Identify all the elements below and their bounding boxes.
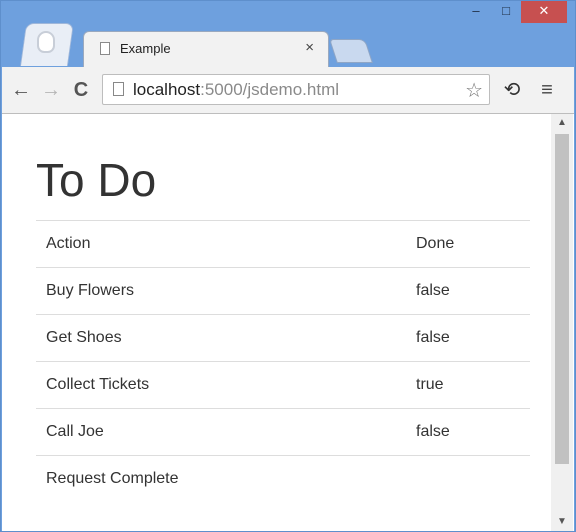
url-path: :5000/jsdemo.html <box>200 80 340 99</box>
forward-arrow-icon[interactable]: → <box>38 77 64 103</box>
tab-example[interactable]: Example × <box>83 31 329 67</box>
cell-done: false <box>406 267 530 315</box>
tab-close-icon[interactable]: × <box>305 39 314 56</box>
table-row: Buy Flowers false <box>36 267 530 315</box>
back-arrow-icon[interactable]: ← <box>8 77 34 103</box>
address-bar[interactable]: localhost:5000/jsdemo.html ☆ <box>102 74 490 105</box>
menu-icon[interactable]: ≡ <box>534 77 560 103</box>
page-title: To Do <box>36 154 157 206</box>
tab-title: Example <box>120 41 171 56</box>
table-row: Get Shoes false <box>36 314 530 362</box>
scroll-down-arrow-icon[interactable]: ▼ <box>551 513 573 531</box>
table-header-row: Action Done <box>36 220 530 268</box>
cell-done: true <box>406 361 530 409</box>
page-icon <box>100 42 110 55</box>
request-status: Request Complete <box>36 455 530 502</box>
table-row: Collect Tickets true <box>36 361 530 409</box>
page-viewport: To Do Action Done Buy Flowers false Get … <box>2 114 574 531</box>
new-tab-button[interactable] <box>329 39 373 63</box>
page-info-icon[interactable] <box>113 82 124 96</box>
vertical-scrollbar[interactable]: ▲ ▼ <box>551 114 573 531</box>
header-action: Action <box>36 220 406 268</box>
cell-done: false <box>406 314 530 362</box>
todo-table: Action Done Buy Flowers false Get Shoes … <box>36 220 530 502</box>
scroll-up-arrow-icon[interactable]: ▲ <box>551 114 573 132</box>
bookmark-star-icon[interactable]: ☆ <box>465 78 483 103</box>
cell-action: Call Joe <box>36 408 406 456</box>
reload-icon[interactable]: C <box>68 77 94 103</box>
maximize-button[interactable]: □ <box>492 1 520 23</box>
table-footer-row: Request Complete <box>36 455 530 502</box>
header-done: Done <box>406 220 530 268</box>
table-row: Call Joe false <box>36 408 530 456</box>
scrollbar-thumb[interactable] <box>555 134 569 464</box>
url-host: localhost <box>133 80 201 99</box>
profile-avatar-icon <box>37 31 55 53</box>
cell-done: false <box>406 408 530 456</box>
browser-toolbar: ← → C localhost:5000/jsdemo.html ☆ ⟲ ≡ <box>2 67 574 114</box>
browser-window: Example × – □ ✕ ← → C localhost:5000/jsd… <box>0 0 576 532</box>
minimize-button[interactable]: – <box>462 1 490 23</box>
cell-action: Get Shoes <box>36 314 406 362</box>
cell-action: Buy Flowers <box>36 267 406 315</box>
extension-icon[interactable]: ⟲ <box>499 77 525 103</box>
close-window-button[interactable]: ✕ <box>521 1 567 23</box>
address-bar-url[interactable]: localhost:5000/jsdemo.html <box>133 80 339 100</box>
title-bar: Example × – □ ✕ <box>1 1 576 67</box>
cell-action: Collect Tickets <box>36 361 406 409</box>
